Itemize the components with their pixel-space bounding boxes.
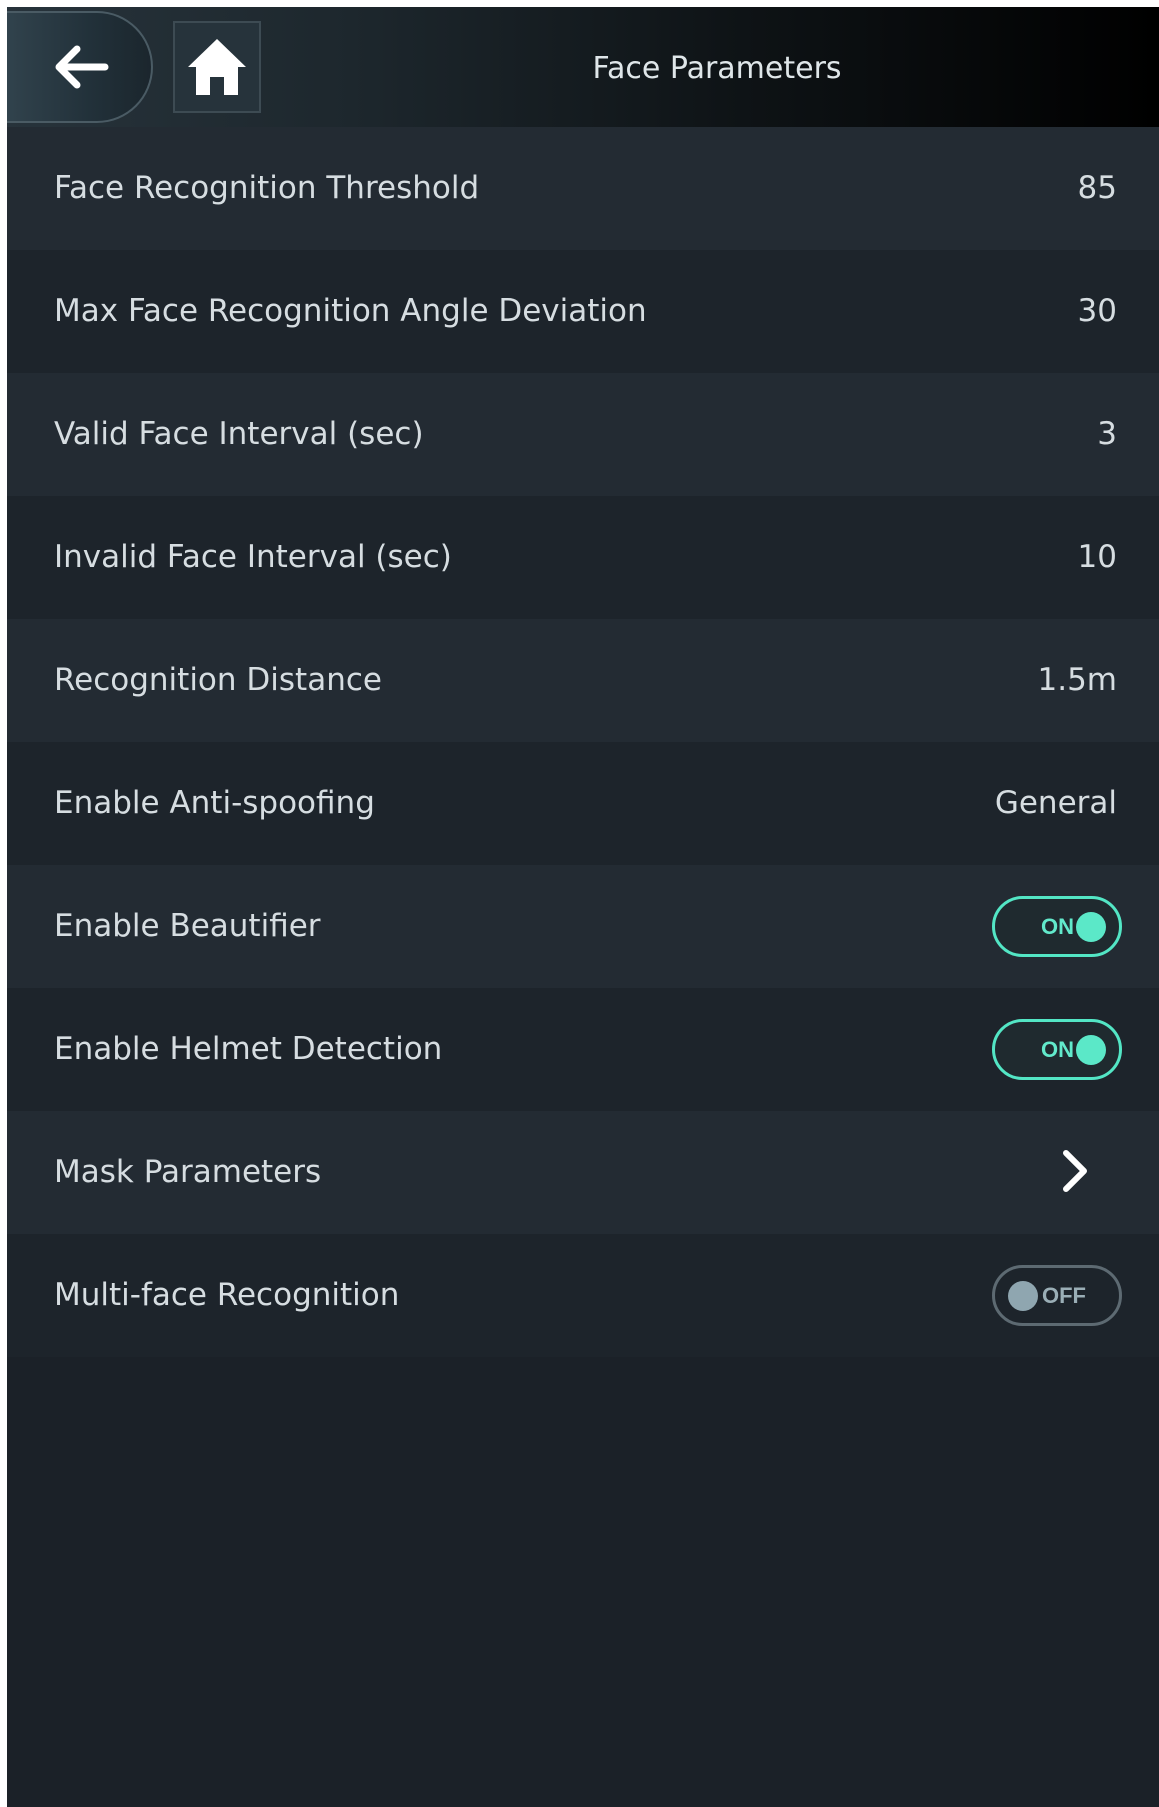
setting-value: General <box>994 785 1117 821</box>
toggle-knob <box>1076 1035 1106 1065</box>
setting-row-recognition-distance[interactable]: Recognition Distance 1.5m <box>7 619 1159 742</box>
setting-label: Max Face Recognition Angle Deviation <box>54 293 647 329</box>
setting-label: Enable Helmet Detection <box>54 1031 443 1067</box>
chevron-right-icon <box>1063 1150 1087 1192</box>
setting-label: Multi-face Recognition <box>54 1277 400 1313</box>
setting-row-max-angle-deviation[interactable]: Max Face Recognition Angle Deviation 30 <box>7 250 1159 373</box>
setting-value: 85 <box>1077 170 1117 206</box>
setting-label: Mask Parameters <box>54 1154 322 1190</box>
setting-label: Face Recognition Threshold <box>54 170 480 206</box>
toggle-state-text: OFF <box>1042 1283 1086 1308</box>
setting-row-helmet-detection: Enable Helmet Detection ON <box>7 988 1159 1111</box>
settings-list: Face Recognition Threshold 85 Max Face R… <box>7 127 1159 1357</box>
setting-row-valid-face-interval[interactable]: Valid Face Interval (sec) 3 <box>7 373 1159 496</box>
home-icon <box>188 39 246 95</box>
setting-label: Invalid Face Interval (sec) <box>54 539 452 575</box>
toggle-knob <box>1008 1281 1038 1311</box>
toggle-state-text: ON <box>1041 1037 1074 1062</box>
helmet-detection-toggle[interactable]: ON <box>992 1019 1122 1080</box>
back-button[interactable] <box>7 11 153 123</box>
setting-label: Recognition Distance <box>54 662 382 698</box>
home-button[interactable] <box>173 21 261 113</box>
header-bar: Face Parameters <box>7 7 1159 127</box>
multi-face-recognition-toggle[interactable]: OFF <box>992 1265 1122 1326</box>
setting-label: Enable Anti-spoofing <box>54 785 375 821</box>
setting-value: 3 <box>1097 416 1117 452</box>
setting-row-anti-spoofing[interactable]: Enable Anti-spoofing General <box>7 742 1159 865</box>
face-parameters-screen: Face Parameters Face Recognition Thresho… <box>7 7 1159 1807</box>
setting-value: 10 <box>1077 539 1117 575</box>
setting-value: 1.5m <box>1037 662 1118 698</box>
setting-row-invalid-face-interval[interactable]: Invalid Face Interval (sec) 10 <box>7 496 1159 619</box>
page-title: Face Parameters <box>592 51 842 86</box>
setting-row-multi-face-recognition: Multi-face Recognition OFF <box>7 1234 1159 1357</box>
toggle-knob <box>1076 912 1106 942</box>
setting-row-face-recognition-threshold[interactable]: Face Recognition Threshold 85 <box>7 127 1159 250</box>
setting-row-mask-parameters[interactable]: Mask Parameters <box>7 1111 1159 1234</box>
toggle-state-text: ON <box>1041 914 1074 939</box>
setting-row-beautifier: Enable Beautifier ON <box>7 865 1159 988</box>
arrow-left-icon <box>55 45 109 89</box>
setting-label: Enable Beautifier <box>54 908 321 944</box>
setting-label: Valid Face Interval (sec) <box>54 416 424 452</box>
beautifier-toggle[interactable]: ON <box>992 896 1122 957</box>
setting-value: 30 <box>1077 293 1117 329</box>
